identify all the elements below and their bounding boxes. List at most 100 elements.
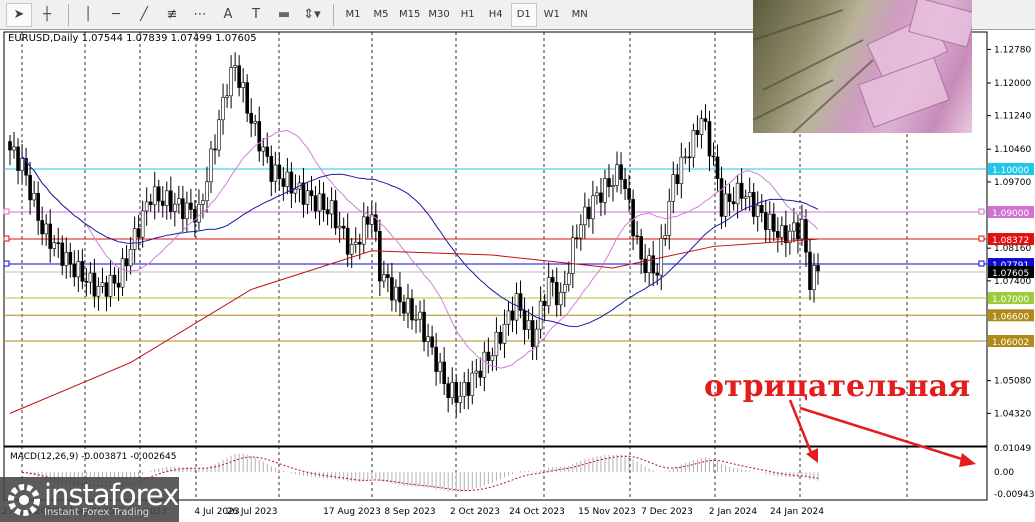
candle-body	[177, 198, 181, 205]
candle-body	[522, 310, 527, 330]
candle-body	[683, 156, 688, 159]
candle-body	[40, 220, 44, 235]
candle-body	[329, 200, 334, 215]
timeframe-m1[interactable]: M1	[340, 3, 366, 27]
candle-body	[450, 381, 455, 399]
candle-body	[197, 203, 201, 223]
candle-body	[386, 274, 390, 278]
candle-body	[538, 300, 543, 330]
price-tick-label: 1.11240	[994, 112, 1031, 122]
arrows-tool-button[interactable]: ⇕▾	[299, 3, 325, 27]
price-tick-label: 1.10460	[994, 145, 1031, 155]
candle-body	[514, 293, 519, 321]
candle-body	[36, 192, 40, 221]
banknotes-image	[753, 0, 972, 133]
candle-body	[639, 236, 643, 260]
candle-body	[812, 265, 816, 291]
timeframe-d1[interactable]: D1	[510, 2, 537, 27]
fibonacci-tool-button[interactable]: ≢	[159, 3, 185, 27]
candle-body	[12, 146, 16, 151]
vertical-line-icon: │	[84, 7, 92, 22]
candle-body	[76, 261, 81, 278]
level-price-label: 1.08372	[992, 236, 1029, 246]
candle-body	[651, 255, 656, 274]
candle-body	[727, 193, 732, 202]
level-price-label: 1.07605	[992, 269, 1029, 279]
candle-body	[458, 395, 463, 403]
level-handle	[978, 208, 985, 215]
rectangle-tool-button[interactable]: ▬	[271, 3, 297, 27]
candle-body	[136, 228, 141, 238]
cursor-tool-button[interactable]: ➤	[6, 2, 32, 27]
arrow-head-icon	[806, 448, 818, 463]
candle-body	[112, 274, 117, 284]
candle-body	[719, 178, 724, 217]
text-tool-button[interactable]: A	[215, 3, 241, 27]
candle-body	[333, 200, 338, 229]
candle-body	[534, 328, 539, 347]
vertical-line-tool-button[interactable]: │	[75, 3, 101, 27]
candle-body	[800, 218, 804, 240]
timeframe-h4[interactable]: H4	[483, 3, 509, 27]
candle-body	[8, 141, 12, 151]
timeframe-h1[interactable]: H1	[455, 3, 481, 27]
candle-body	[181, 198, 185, 220]
candle-body	[659, 237, 664, 276]
candle-body	[88, 272, 93, 283]
candle-body	[28, 174, 32, 201]
candle-body	[422, 311, 426, 342]
candle-body	[466, 382, 471, 396]
candle-body	[603, 178, 607, 203]
trendline-icon: ╱	[140, 7, 148, 22]
candle-body	[430, 336, 434, 348]
timeframe-m30[interactable]: M30	[425, 3, 452, 27]
candle-body	[550, 277, 555, 283]
time-label: 24 Jan 2024	[770, 507, 824, 517]
candle-body	[579, 224, 583, 239]
candle-body	[739, 182, 744, 199]
candle-body	[80, 261, 85, 282]
time-label: 8 Sep 2023	[384, 507, 435, 517]
candle-body	[92, 272, 97, 297]
gear-logo-icon	[8, 484, 40, 516]
candle-body	[502, 324, 507, 344]
candle-body	[747, 192, 752, 198]
channel-tool-button[interactable]: ⋯	[187, 3, 213, 27]
fibonacci-icon: ≢	[166, 7, 178, 22]
candle-body	[160, 200, 165, 206]
candle-body	[398, 286, 402, 303]
timeframe-m5[interactable]: M5	[368, 3, 394, 27]
label-tool-button[interactable]: T	[243, 3, 269, 27]
candle-body	[635, 235, 639, 238]
chart-title: EURUSD,Daily 1.07544 1.07839 1.07499 1.0…	[8, 33, 257, 44]
timeframe-w1[interactable]: W1	[539, 3, 565, 27]
candle-body	[707, 121, 712, 157]
candle-body	[361, 216, 366, 245]
candle-body	[173, 203, 177, 212]
candle-body	[365, 216, 370, 225]
annotation-text: отрицательная	[704, 369, 971, 404]
crosshair-tool-button[interactable]: ┼	[34, 3, 60, 27]
timeframe-m15[interactable]: M15	[396, 3, 423, 27]
logo-slogan: Instant Forex Trading	[44, 507, 150, 518]
candle-body	[418, 311, 422, 320]
candle-body	[20, 158, 24, 171]
candle-body	[611, 185, 615, 188]
candle-body	[542, 300, 547, 307]
price-tick-label: 1.12000	[994, 79, 1031, 89]
candle-body	[816, 265, 820, 272]
channel-icon: ⋯	[193, 7, 207, 22]
horizontal-line-tool-button[interactable]: ─	[103, 3, 129, 27]
timeframe-mn[interactable]: MN	[567, 3, 593, 27]
candle-body	[301, 182, 306, 205]
trendline-tool-button[interactable]: ╱	[131, 3, 157, 27]
candle-body	[506, 310, 511, 325]
candle-body	[237, 65, 241, 88]
time-label: 2 Jan 2024	[709, 507, 757, 517]
time-label: 26 Jul 2023	[227, 507, 278, 517]
candle-body	[128, 248, 133, 267]
candle-body	[723, 193, 728, 217]
rectangle-icon: ▬	[277, 7, 291, 22]
candle-body	[595, 192, 599, 197]
candle-body	[808, 251, 812, 291]
